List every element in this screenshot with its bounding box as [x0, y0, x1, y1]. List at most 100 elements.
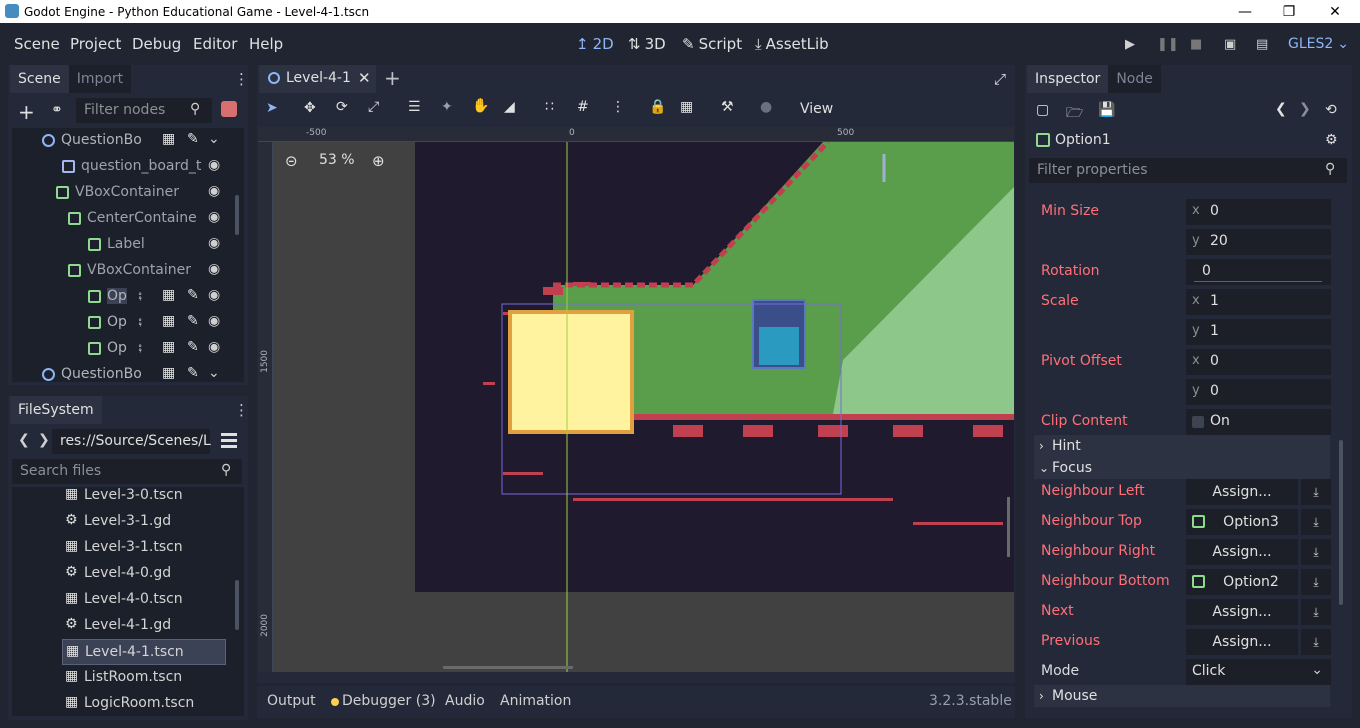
signal-icon[interactable]: ⨟ [138, 339, 142, 355]
script-icon[interactable]: ✎ [187, 287, 199, 303]
clear-icon[interactable]: ⤓ [1301, 479, 1331, 505]
tree-node-row[interactable]: QuestionBo ⌄ ✎ ▦ [12, 362, 244, 382]
neighbour-left-assign-button[interactable]: Assign... [1186, 479, 1298, 505]
section-hint[interactable]: › Hint [1034, 435, 1330, 457]
scene-tree-scrollbar[interactable] [235, 195, 239, 235]
menu-project[interactable]: Project [70, 35, 121, 53]
play-scene-icon[interactable]: ▣ [1224, 37, 1236, 52]
mode-dropdown[interactable]: Click ⌄ [1186, 659, 1331, 685]
play-custom-scene-icon[interactable]: ▤ [1256, 37, 1268, 52]
close-window-button[interactable]: ✕ [1312, 0, 1358, 23]
visibility-eye-icon[interactable]: ◉ [208, 339, 220, 355]
open-folder-icon[interactable]: 🗁 [1066, 102, 1083, 126]
path-field[interactable]: res://Source/Scenes/L [52, 429, 211, 454]
visibility-eye-icon[interactable]: ◉ [208, 157, 220, 173]
canvas-viewport[interactable]: ⊝ 53 % ⊕ [273, 142, 1014, 672]
min-size-x-field[interactable]: x0 [1186, 199, 1331, 225]
tree-node-row[interactable]: VBoxContainer ◉ [12, 180, 244, 206]
file-list-item[interactable]: ⚙ Level-4-0.gd [62, 561, 226, 587]
clear-icon[interactable]: ⤓ [1301, 599, 1331, 625]
save-icon[interactable]: 💾 [1098, 102, 1115, 118]
rotation-slider[interactable]: 0 [1186, 259, 1331, 285]
ruler-tool-icon[interactable]: ◢ [504, 99, 515, 115]
link-icon[interactable]: ⚭ [51, 102, 63, 118]
clear-icon[interactable]: ⤓ [1301, 509, 1331, 535]
file-list-item[interactable]: ▦ Level-3-1.tscn [62, 535, 226, 561]
play-icon[interactable]: ▶ [1125, 37, 1135, 52]
renderer-select[interactable]: GLES2 ⌄ [1288, 36, 1349, 52]
visibility-eye-icon[interactable]: ⌄ [208, 365, 220, 381]
group-icon[interactable]: ▦ [680, 99, 693, 115]
bone-icon[interactable]: ⚒ [721, 99, 734, 115]
lock-icon[interactable]: 🔒 [649, 99, 666, 115]
split-view-icon[interactable] [221, 433, 237, 449]
new-resource-icon[interactable]: ▢ [1036, 102, 1049, 118]
script-icon[interactable]: ✎ [187, 365, 199, 381]
pivot-tool-icon[interactable]: ✦ [441, 99, 453, 115]
new-tab-icon[interactable]: + [384, 66, 401, 90]
tree-node-row[interactable]: CenterContaine ◉ [12, 206, 244, 232]
file-list-item[interactable]: ▦ LogicRoom.tscn [62, 691, 226, 716]
filter-properties-input[interactable]: Filter properties [1029, 158, 1347, 183]
visibility-eye-icon[interactable]: ◉ [208, 287, 220, 303]
previous-assign-button[interactable]: Assign... [1186, 629, 1298, 655]
neighbour-right-assign-button[interactable]: Assign... [1186, 539, 1298, 565]
scene-clapper-icon[interactable]: ▦ [162, 287, 175, 303]
next-assign-button[interactable]: Assign... [1186, 599, 1298, 625]
tree-node-row[interactable]: Op ◉ ✎ ▦ ⨟ [12, 336, 244, 362]
pivot-y-field[interactable]: y0 [1186, 379, 1331, 405]
workspace-3d[interactable]: ⇅ 3D [628, 35, 666, 53]
tree-node-row[interactable]: Label ◉ [12, 232, 244, 258]
search-files-input[interactable]: Search files [12, 459, 242, 484]
scene-clapper-icon[interactable]: ▦ [162, 365, 175, 381]
neighbour-bottom-button[interactable]: Option2 [1186, 569, 1298, 595]
snap-icon[interactable]: ∷ [545, 99, 554, 115]
signal-icon[interactable]: ⨟ [138, 287, 142, 303]
history-icon[interactable]: ⟲ [1325, 102, 1337, 118]
zoom-in-icon[interactable]: ⊕ [372, 152, 385, 170]
minimize-button[interactable]: — [1222, 0, 1268, 23]
script-icon[interactable]: ✎ [187, 339, 199, 355]
select-tool-icon[interactable]: ➤ [266, 100, 278, 116]
move-tool-icon[interactable]: ✥ [304, 100, 316, 116]
file-list-item[interactable]: ▦ Level-4-1.tscn [62, 639, 226, 665]
rotate-tool-icon[interactable]: ⟳ [336, 99, 348, 115]
zoom-level[interactable]: 53 % [319, 152, 355, 168]
tab-animation[interactable]: Animation [500, 693, 571, 709]
scale-tool-icon[interactable]: ⤢ [368, 99, 379, 115]
tree-node-row[interactable]: Op ◉ ✎ ▦ ⨟ [12, 310, 244, 336]
menu-help[interactable]: Help [249, 35, 283, 53]
workspace-script[interactable]: ✎ Script [682, 35, 742, 53]
pivot-x-field[interactable]: x0 [1186, 349, 1331, 375]
clip-content-checkbox[interactable]: On [1186, 409, 1331, 435]
scale-y-field[interactable]: y1 [1186, 319, 1331, 345]
tab-debugger[interactable]: Debugger (3) [342, 693, 436, 709]
scene-clapper-icon[interactable]: ▦ [162, 339, 175, 355]
history-forward-icon[interactable]: ❯ [1299, 101, 1311, 117]
tree-node-row[interactable]: VBoxContainer ◉ [12, 258, 244, 284]
view-menu[interactable]: View [800, 101, 833, 117]
visibility-eye-icon[interactable]: ◉ [208, 313, 220, 329]
tab-filesystem[interactable]: FileSystem [10, 396, 102, 424]
fullscreen-icon[interactable]: ⤢ [994, 70, 1006, 88]
list-select-icon[interactable]: ☰ [408, 99, 421, 115]
visibility-eye-icon[interactable]: ◉ [208, 235, 220, 251]
clear-icon[interactable]: ⤓ [1301, 629, 1331, 655]
tab-audio[interactable]: Audio [445, 693, 485, 709]
pause-icon[interactable]: ❚❚ [1157, 37, 1179, 52]
scene-dock-menu-icon[interactable]: ⋮ [234, 70, 249, 88]
menu-scene[interactable]: Scene [14, 35, 60, 53]
inspector-scrollbar[interactable] [1339, 440, 1343, 605]
close-tab-icon[interactable]: ✕ [358, 69, 371, 87]
visibility-eye-icon[interactable]: ◉ [208, 209, 220, 225]
tree-node-row[interactable]: question_board_t ◉ [12, 154, 244, 180]
tree-node-row[interactable]: QuestionBo ⌄ ✎ ▦ [12, 128, 244, 154]
tab-scene[interactable]: Scene [10, 65, 69, 93]
camera-override-icon[interactable]: ● [760, 99, 772, 115]
script-tool-icon[interactable] [221, 101, 237, 117]
tree-node-row[interactable]: Op ◉ ✎ ▦ ⨟ [12, 284, 244, 310]
workspace-assetlib[interactable]: ⤓ AssetLib [755, 35, 829, 53]
file-list-item[interactable]: ⚙ Level-3-1.gd [62, 509, 226, 535]
tab-inspector[interactable]: Inspector [1027, 65, 1109, 93]
add-node-icon[interactable]: + [18, 100, 35, 124]
